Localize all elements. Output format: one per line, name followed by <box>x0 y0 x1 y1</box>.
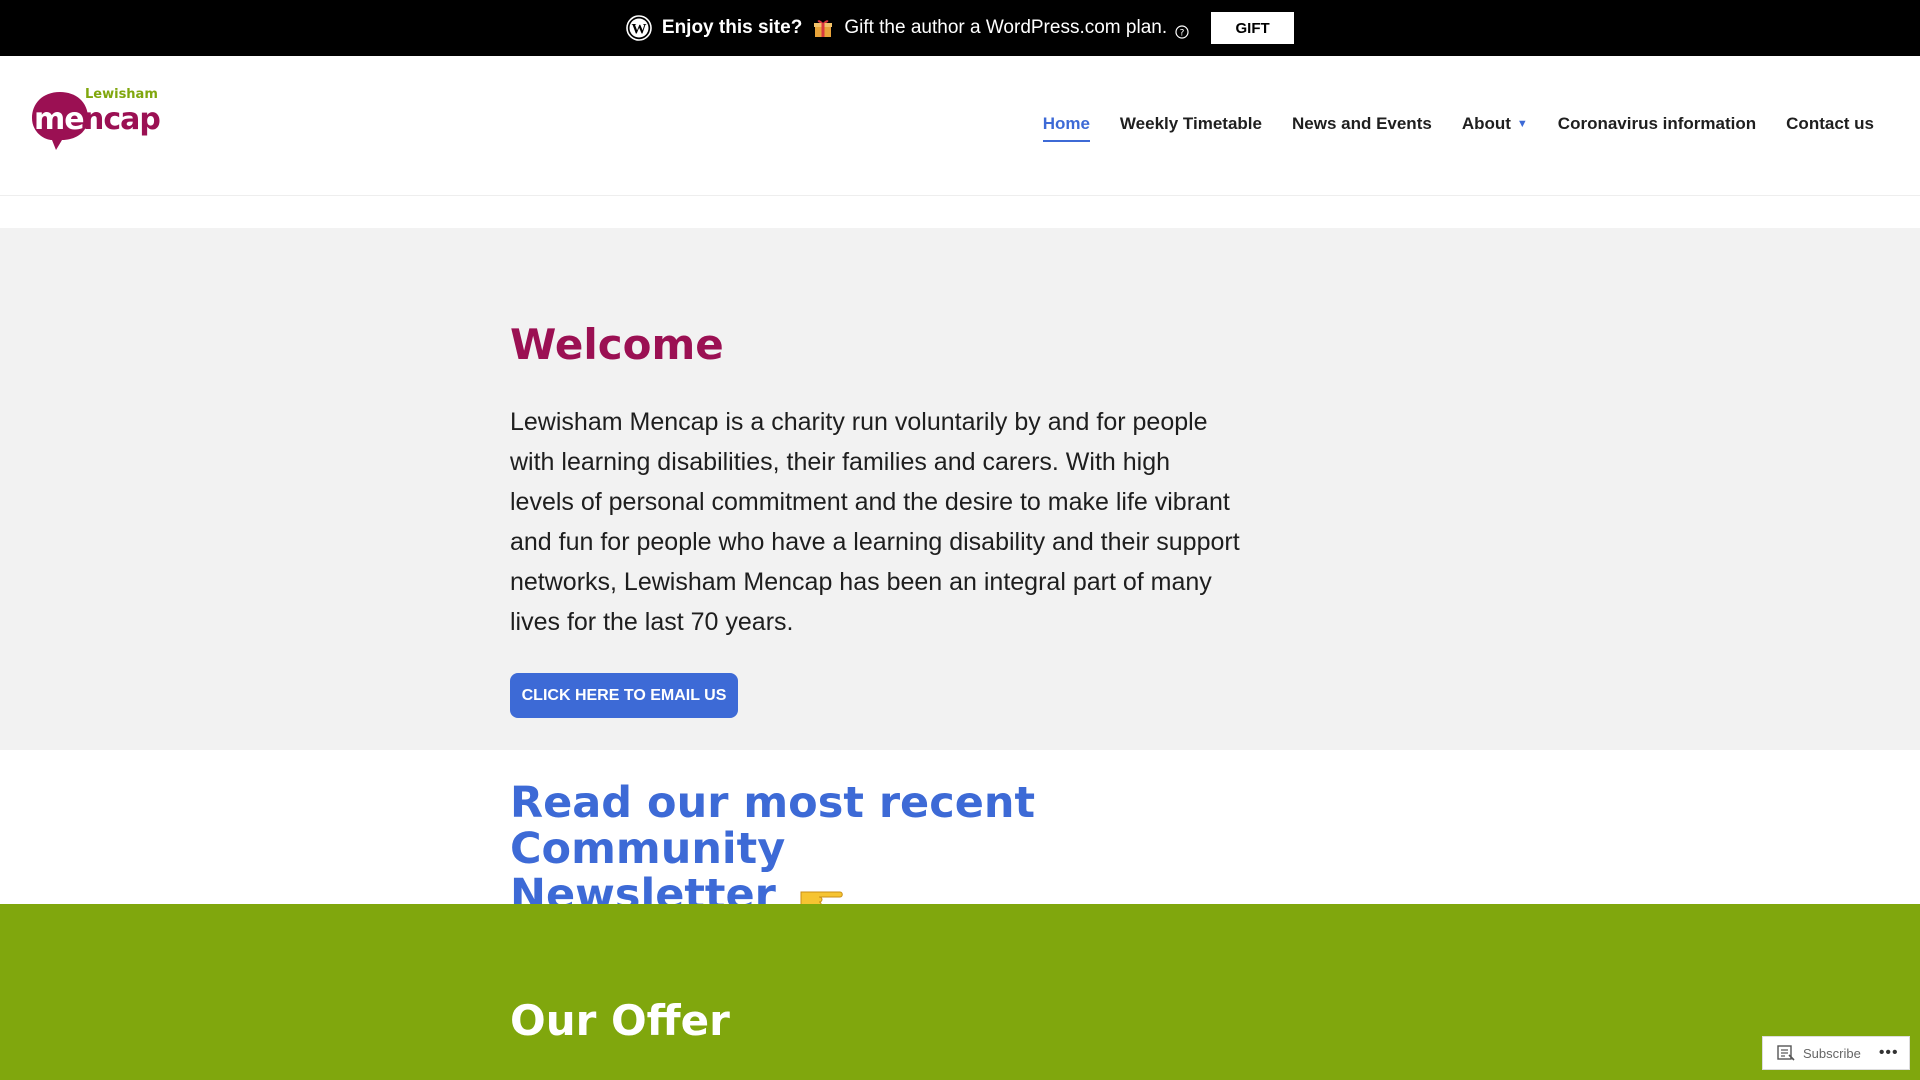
nav-item-label: Home <box>1042 114 1090 133</box>
help-icon[interactable]: ? <box>1175 25 1189 39</box>
nav-item-weekly-timetable[interactable]: Weekly Timetable <box>1120 114 1262 140</box>
caret-down-icon[interactable]: ▼ <box>1517 118 1528 130</box>
svg-text:ncap: ncap <box>83 102 160 137</box>
newsletter-section: Read our most recent Community Newslette… <box>0 750 1920 918</box>
offer-section: Our Offer <box>0 904 1920 1080</box>
gift-button[interactable]: GIFT <box>1211 12 1295 44</box>
nav-item-label: News and Events <box>1291 114 1432 133</box>
newsletter-link[interactable]: Read our most recent Community Newslette… <box>510 780 1270 918</box>
subscribe-button[interactable]: Subscribe <box>1803 1046 1861 1061</box>
nav-item-label: Contact us <box>1786 114 1874 133</box>
main-nav: Home Weekly Timetable News and Events Ab… <box>1013 114 1874 142</box>
site-header: Lewisham me ncap Home Weekly Timetable N… <box>0 56 1920 196</box>
welcome-body: Lewisham Mencap is a charity run volunta… <box>510 408 1240 636</box>
reader-icon <box>1777 1045 1795 1061</box>
offer-title: Our Offer <box>510 996 730 1045</box>
nav-item-coronavirus-information[interactable]: Coronavirus information <box>1558 114 1756 140</box>
subscribe-widget: Subscribe ••• <box>1762 1036 1910 1070</box>
email-us-button[interactable]: CLICK HERE TO EMAIL US <box>510 673 738 718</box>
promo-enjoy-text: Enjoy this site? <box>661 17 803 38</box>
svg-text:?: ? <box>1180 29 1185 39</box>
welcome-section: Welcome Lewisham Mencap is a charity run… <box>0 228 1920 750</box>
wordpress-logo-icon: W <box>626 15 652 41</box>
svg-text:me: me <box>34 102 84 137</box>
more-options-icon[interactable]: ••• <box>1879 1044 1899 1062</box>
nav-item-about[interactable]: About ▼ <box>1462 114 1528 140</box>
nav-item-label: Weekly Timetable <box>1119 114 1262 133</box>
gift-icon <box>812 17 834 39</box>
site-logo[interactable]: Lewisham me ncap <box>30 84 161 150</box>
svg-text:W: W <box>631 22 646 38</box>
nav-item-news-and-events[interactable]: News and Events <box>1292 114 1432 140</box>
welcome-title: Welcome <box>510 320 724 369</box>
nav-item-contact-us[interactable]: Contact us <box>1786 114 1874 140</box>
logo-small-text: Lewisham <box>85 87 158 102</box>
nav-item-home[interactable]: Home <box>1042 114 1090 142</box>
nav-item-label: About <box>1461 114 1511 133</box>
promo-bar: W Enjoy this site? Gift the author a Wor… <box>0 0 1920 56</box>
nav-item-label: Coronavirus information <box>1557 114 1757 133</box>
newsletter-line-1: Read our most recent Community <box>510 778 1036 874</box>
promo-message: Gift the author a WordPress.com plan. <box>844 17 1168 38</box>
